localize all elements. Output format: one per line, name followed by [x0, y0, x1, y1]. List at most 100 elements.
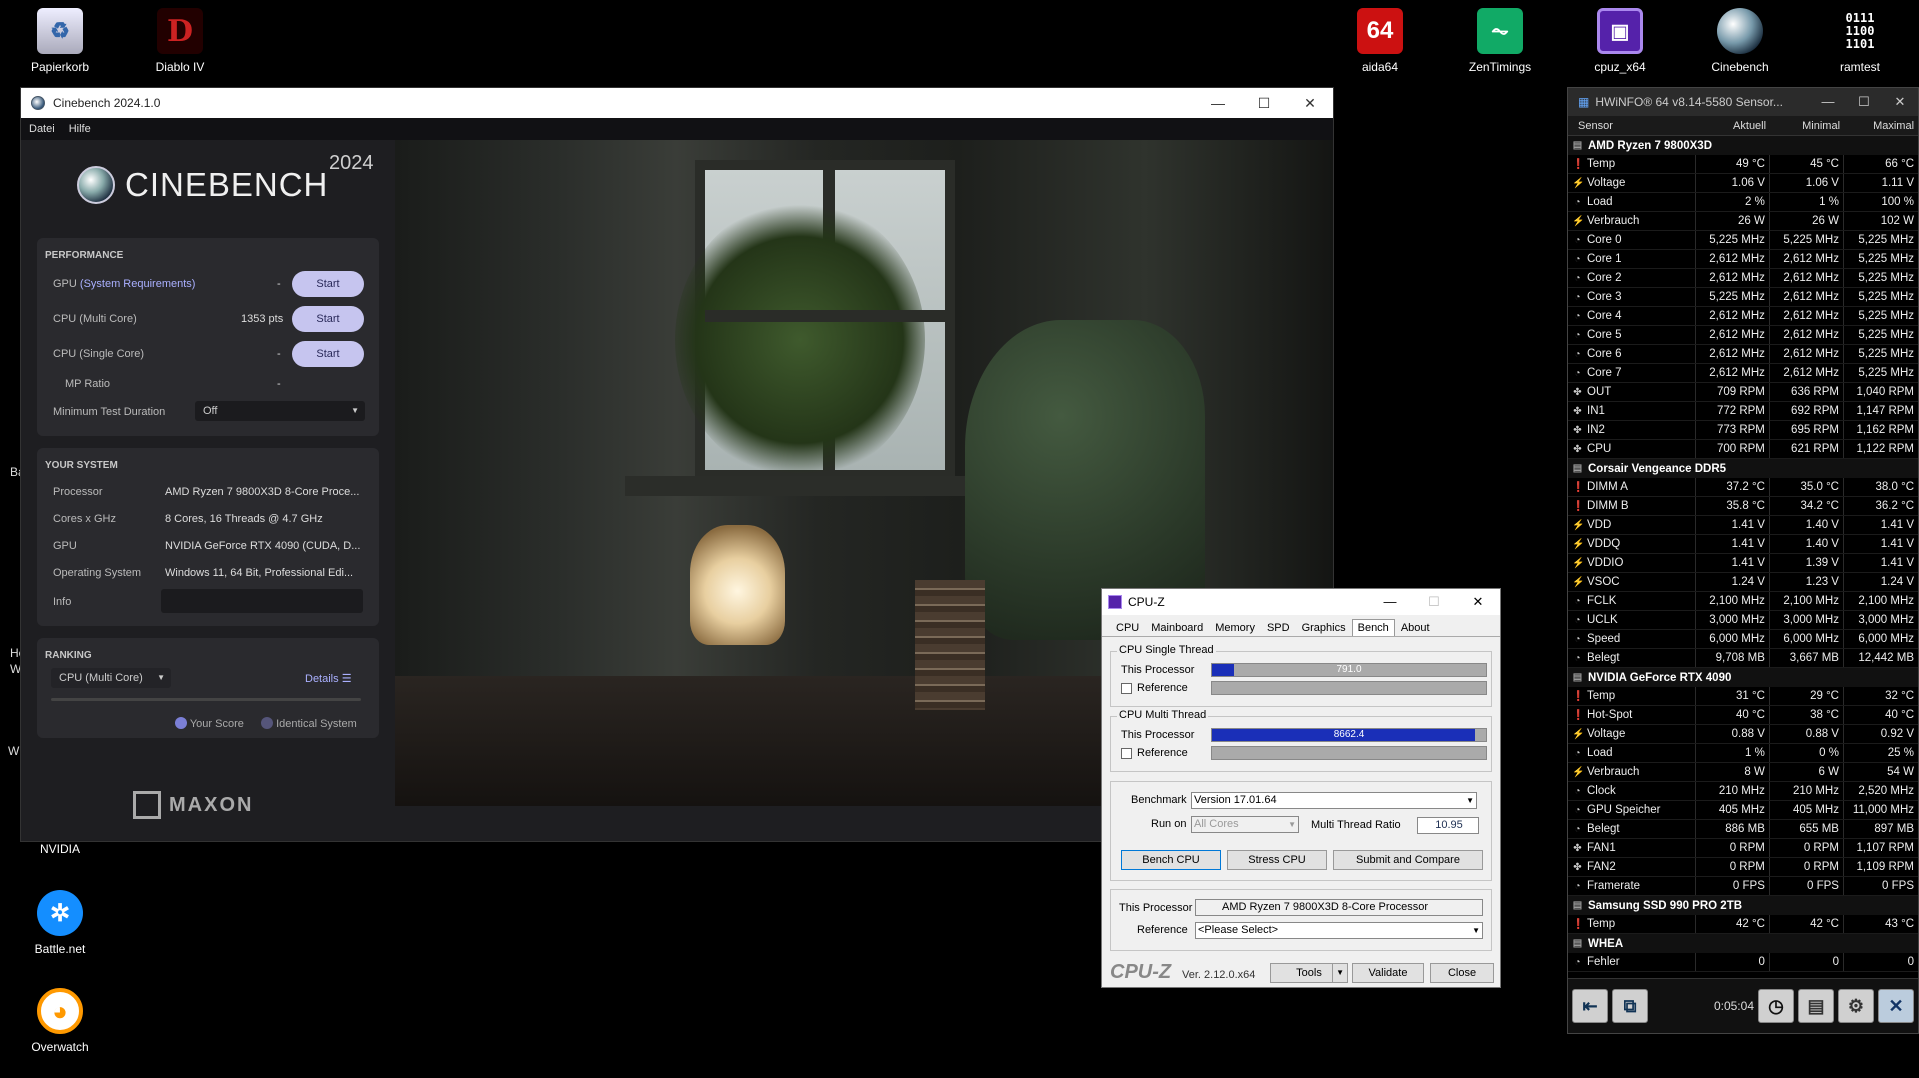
menu-hilfe[interactable]: Hilfe	[69, 123, 91, 135]
sensor-row[interactable]: ❗ Hot-Spot 40 °C 38 °C 40 °C	[1568, 706, 1918, 725]
desktop-icon-recycle-bin[interactable]: ♻ Papierkorb	[20, 8, 100, 74]
runon-select[interactable]: All Cores ▼	[1191, 816, 1299, 833]
reference-select[interactable]: <Please Select> ▼	[1195, 922, 1483, 939]
sensor-row[interactable]: ✤ CPU 700 RPM 621 RPM 1,122 RPM	[1568, 440, 1918, 459]
close-button[interactable]: Close	[1430, 963, 1494, 983]
clock-icon[interactable]: ◷	[1758, 989, 1794, 1023]
sensor-group[interactable]: ▤ WHEA	[1568, 934, 1918, 953]
sensor-row[interactable]: ◔ Core 1 2,612 MHz 2,612 MHz 5,225 MHz	[1568, 250, 1918, 269]
tools-button[interactable]: Tools ▼	[1270, 963, 1348, 983]
close-icon[interactable]: ✕	[1882, 94, 1918, 110]
multi-reference-checkbox[interactable]	[1121, 748, 1132, 759]
sensor-row[interactable]: ✤ OUT 709 RPM 636 RPM 1,040 RPM	[1568, 383, 1918, 402]
sensor-row[interactable]: ◔ Core 5 2,612 MHz 2,612 MHz 5,225 MHz	[1568, 326, 1918, 345]
sensor-row[interactable]: ◔ Core 6 2,612 MHz 2,612 MHz 5,225 MHz	[1568, 345, 1918, 364]
tab-about[interactable]: About	[1395, 619, 1436, 636]
cinebench-titlebar[interactable]: Cinebench 2024.1.0 — ☐ ✕	[21, 88, 1333, 118]
min-duration-select[interactable]: Off ▼	[195, 401, 365, 421]
close-icon[interactable]: ✕	[1456, 594, 1500, 610]
stress-cpu-button[interactable]: Stress CPU	[1227, 850, 1327, 870]
column-sensor[interactable]: Sensor	[1568, 120, 1696, 132]
sensor-row[interactable]: ✤ IN1 772 RPM 692 RPM 1,147 RPM	[1568, 402, 1918, 421]
submit-compare-button[interactable]: Submit and Compare	[1333, 850, 1483, 870]
single-reference-checkbox[interactable]	[1121, 683, 1132, 694]
ranking-slider[interactable]	[51, 698, 361, 701]
maximize-icon[interactable]: ☐	[1846, 94, 1882, 110]
sensor-row[interactable]: ◔ FCLK 2,100 MHz 2,100 MHz 2,100 MHz	[1568, 592, 1918, 611]
sensor-row[interactable]: ◔ Belegt 9,708 MB 3,667 MB 12,442 MB	[1568, 649, 1918, 668]
tab-graphics[interactable]: Graphics	[1296, 619, 1352, 636]
sensor-group[interactable]: ▤ Corsair Vengeance DDR5	[1568, 459, 1918, 478]
sensor-row[interactable]: ⚡ Verbrauch 26 W 26 W 102 W	[1568, 212, 1918, 231]
sensor-row[interactable]: ◔ Core 2 2,612 MHz 2,612 MHz 5,225 MHz	[1568, 269, 1918, 288]
sensor-row[interactable]: ◔ GPU Speicher 405 MHz 405 MHz 11,000 MHz	[1568, 801, 1918, 820]
sensor-row[interactable]: ◔ Core 0 5,225 MHz 5,225 MHz 5,225 MHz	[1568, 231, 1918, 250]
close-x-icon[interactable]: ✕	[1878, 989, 1914, 1023]
multi-core-start-button[interactable]: Start	[292, 306, 364, 332]
sensor-row[interactable]: ❗ Temp 49 °C 45 °C 66 °C	[1568, 155, 1918, 174]
sensor-row[interactable]: ❗ Temp 31 °C 29 °C 32 °C	[1568, 687, 1918, 706]
gpu-start-button[interactable]: Start	[292, 271, 364, 297]
desktop-icon-diablo[interactable]: D Diablo IV	[140, 8, 220, 74]
sensor-group[interactable]: ▤ NVIDIA GeForce RTX 4090	[1568, 668, 1918, 687]
sensor-row[interactable]: ⚡ VDD 1.41 V 1.40 V 1.41 V	[1568, 516, 1918, 535]
column-minimum[interactable]: Minimal	[1770, 120, 1844, 132]
tab-spd[interactable]: SPD	[1261, 619, 1296, 636]
sensor-row[interactable]: ◔ Core 4 2,612 MHz 2,612 MHz 5,225 MHz	[1568, 307, 1918, 326]
maximize-icon[interactable]: ☐	[1412, 594, 1456, 610]
desktop-icon-cinebench[interactable]: Cinebench	[1700, 8, 1780, 74]
column-maximum[interactable]: Maximal	[1844, 120, 1918, 132]
minimize-icon[interactable]: —	[1810, 94, 1846, 110]
sensor-row[interactable]: ◔ Clock 210 MHz 210 MHz 2,520 MHz	[1568, 782, 1918, 801]
system-requirements-link[interactable]: (System Requirements)	[80, 278, 196, 290]
bench-cpu-button[interactable]: Bench CPU	[1121, 850, 1221, 870]
sensor-row[interactable]: ◔ Fehler 0 0 0	[1568, 953, 1918, 972]
sensor-group[interactable]: ▤ Samsung SSD 990 PRO 2TB	[1568, 896, 1918, 915]
tab-bench[interactable]: Bench	[1351, 619, 1395, 636]
sensor-row[interactable]: ◔ UCLK 3,000 MHz 3,000 MHz 3,000 MHz	[1568, 611, 1918, 630]
sensor-row[interactable]: ◔ Framerate 0 FPS 0 FPS 0 FPS	[1568, 877, 1918, 896]
hwinfo-titlebar[interactable]: ▦ HWiNFO® 64 v8.14-5580 Sensor... — ☐ ✕	[1568, 88, 1918, 116]
close-icon[interactable]: ✕	[1287, 95, 1333, 112]
desktop-icon-aida64[interactable]: 64 aida64	[1340, 8, 1420, 74]
sensor-row[interactable]: ⚡ VDDQ 1.41 V 1.40 V 1.41 V	[1568, 535, 1918, 554]
menu-datei[interactable]: Datei	[29, 123, 55, 135]
minimize-icon[interactable]: —	[1195, 95, 1241, 112]
desktop-icon-battlenet[interactable]: ✲ Battle.net	[20, 890, 100, 956]
desktop-icon-overwatch[interactable]: ◕ Overwatch	[20, 988, 100, 1054]
sensor-row[interactable]: ◔ Speed 6,000 MHz 6,000 MHz 6,000 MHz	[1568, 630, 1918, 649]
single-core-start-button[interactable]: Start	[292, 341, 364, 367]
desktop-icon-zentimings[interactable]: ⏦ ZenTimings	[1460, 8, 1540, 74]
minimize-icon[interactable]: —	[1368, 594, 1412, 610]
sensor-row[interactable]: ❗ DIMM B 35.8 °C 34.2 °C 36.2 °C	[1568, 497, 1918, 516]
ranking-details-link[interactable]: Details ☰	[305, 672, 352, 685]
tab-memory[interactable]: Memory	[1209, 619, 1261, 636]
sensor-row[interactable]: ✤ FAN2 0 RPM 0 RPM 1,109 RPM	[1568, 858, 1918, 877]
desktop-icon-cpuz[interactable]: ▣ cpuz_x64	[1580, 8, 1660, 74]
desktop-icon-nvidia[interactable]: NVIDIA	[20, 842, 100, 856]
network-icon[interactable]: ⧉	[1612, 989, 1648, 1023]
sensor-row[interactable]: ◔ Load 1 % 0 % 25 %	[1568, 744, 1918, 763]
validate-button[interactable]: Validate	[1352, 963, 1424, 983]
sensor-row[interactable]: ✤ IN2 773 RPM 695 RPM 1,162 RPM	[1568, 421, 1918, 440]
sensor-group[interactable]: ▤ AMD Ryzen 7 9800X3D	[1568, 136, 1918, 155]
maximize-icon[interactable]: ☐	[1241, 95, 1287, 112]
sensor-row[interactable]: ◔ Belegt 886 MB 655 MB 897 MB	[1568, 820, 1918, 839]
sensor-row[interactable]: ◔ Load 2 % 1 % 100 %	[1568, 193, 1918, 212]
sensor-row[interactable]: ⚡ Voltage 1.06 V 1.06 V 1.11 V	[1568, 174, 1918, 193]
sensor-row[interactable]: ❗ Temp 42 °C 42 °C 43 °C	[1568, 915, 1918, 934]
ranking-select[interactable]: CPU (Multi Core) ▼	[51, 668, 171, 688]
sensor-row[interactable]: ❗ DIMM A 37.2 °C 35.0 °C 38.0 °C	[1568, 478, 1918, 497]
tab-cpu[interactable]: CPU	[1110, 619, 1145, 636]
sensor-row[interactable]: ◔ Core 7 2,612 MHz 2,612 MHz 5,225 MHz	[1568, 364, 1918, 383]
desktop-icon-ramtest[interactable]: 0111 1100 1101 ramtest	[1820, 8, 1900, 74]
sensor-row[interactable]: ⚡ VDDIO 1.41 V 1.39 V 1.41 V	[1568, 554, 1918, 573]
sensor-row[interactable]: ◔ Core 3 5,225 MHz 2,612 MHz 5,225 MHz	[1568, 288, 1918, 307]
sensor-row[interactable]: ⚡ Verbrauch 8 W 6 W 54 W	[1568, 763, 1918, 782]
sensor-row[interactable]: ⚡ Voltage 0.88 V 0.88 V 0.92 V	[1568, 725, 1918, 744]
report-icon[interactable]: ▤	[1798, 989, 1834, 1023]
gear-icon[interactable]: ⚙	[1838, 989, 1874, 1023]
hwinfo-sensor-list[interactable]: ▤ AMD Ryzen 7 9800X3D ❗ Temp 49 °C 45 °C 6…	[1568, 136, 1918, 972]
benchmark-version-select[interactable]: Version 17.01.64 ▼	[1191, 792, 1477, 809]
arrows-left-icon[interactable]: ⇤	[1572, 989, 1608, 1023]
